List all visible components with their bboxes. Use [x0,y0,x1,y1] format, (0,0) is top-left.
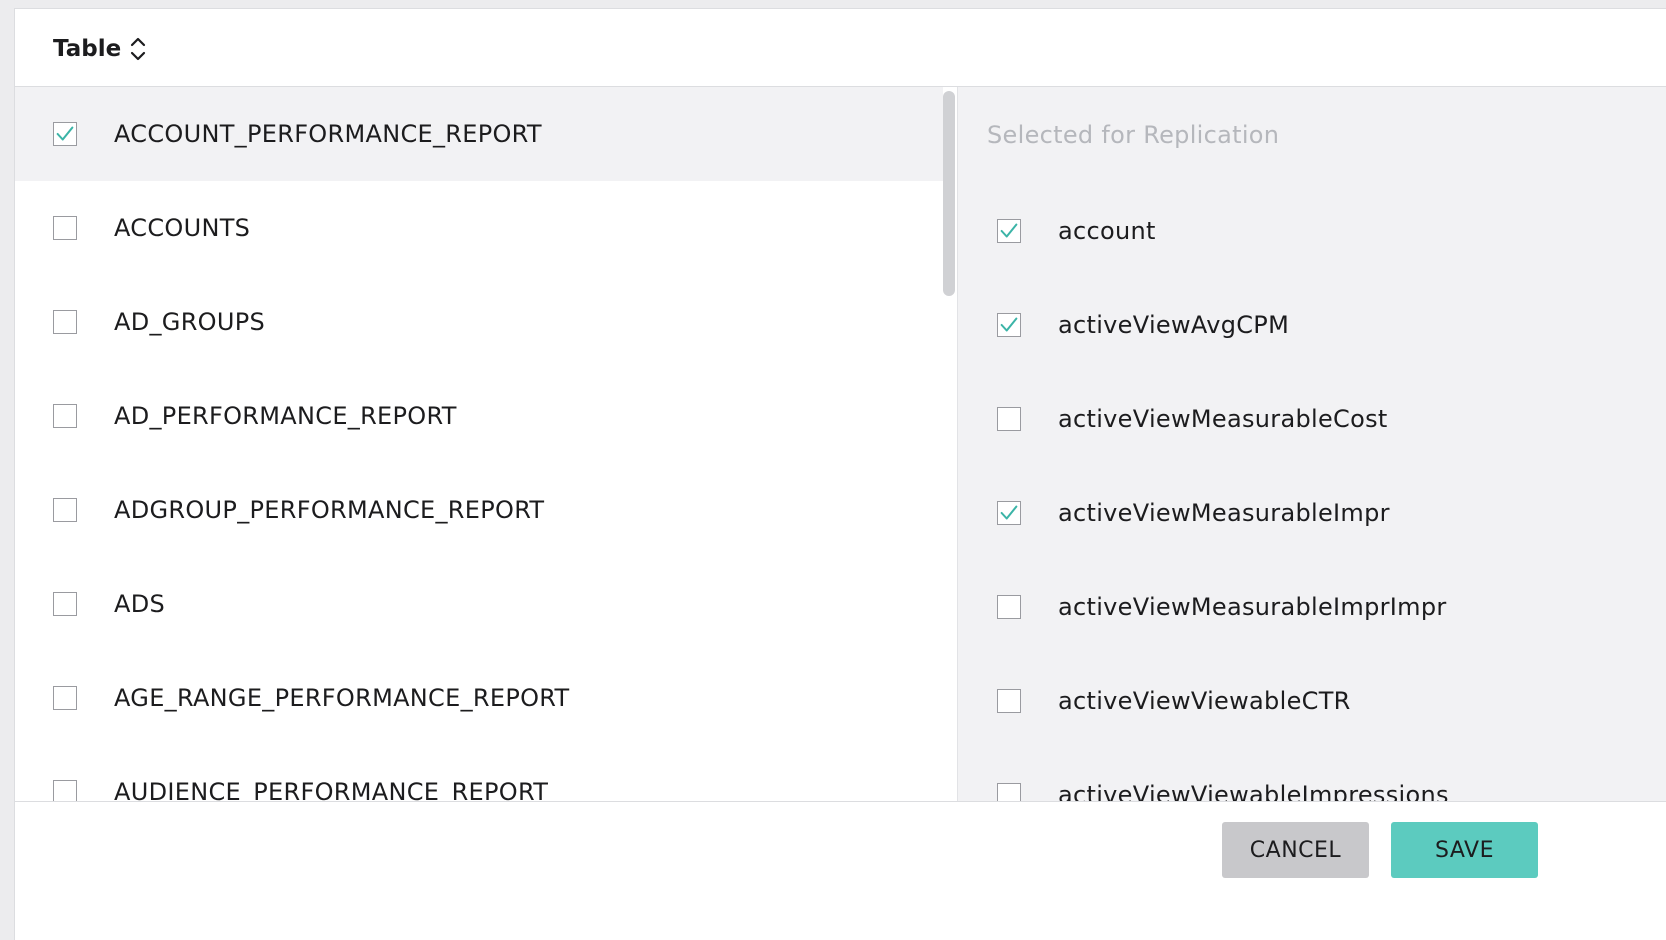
field-row[interactable]: activeViewViewableCTR [958,654,1666,748]
field-row-label: account [1058,217,1156,245]
field-row-checkbox[interactable] [997,595,1021,619]
table-row-label: AD_GROUPS [114,308,266,336]
sort-updown-icon [131,37,146,61]
cancel-button[interactable]: CANCEL [1222,822,1369,878]
table-row[interactable]: ADS [15,557,943,651]
fields-panel: Selected for Replication account activeVi… [957,87,1666,811]
field-row-label: activeViewMeasurableCost [1058,405,1388,433]
checkmark-icon [56,126,74,141]
table-column-title: Table [53,36,122,62]
field-row-label: activeViewMeasurableImprImpr [1058,593,1447,621]
table-row-checkbox[interactable] [53,310,77,334]
table-row-label: ACCOUNTS [114,214,251,242]
checkmark-icon [1000,223,1018,238]
checkmark-icon [1000,505,1018,520]
table-row-checkbox[interactable] [53,498,77,522]
field-row-checkbox[interactable] [997,501,1021,525]
field-row[interactable]: activeViewMeasurableImpr [958,466,1666,560]
field-row[interactable]: activeViewMeasurableCost [958,372,1666,466]
table-list-scrollbar-thumb[interactable] [943,91,955,296]
table-row-checkbox[interactable] [53,122,77,146]
save-button[interactable]: SAVE [1391,822,1538,878]
field-list: account activeViewAvgCPM activeViewMeasura… [958,184,1666,811]
table-row-label: ADS [114,590,166,618]
table-row[interactable]: ACCOUNTS [15,181,943,275]
table-row-label: AD_PERFORMANCE_REPORT [114,402,457,430]
field-row[interactable]: activeViewMeasurableImprImpr [958,560,1666,654]
field-row-checkbox[interactable] [997,689,1021,713]
table-row-label: AGE_RANGE_PERFORMANCE_REPORT [114,684,570,712]
field-row-label: activeViewAvgCPM [1058,311,1290,339]
table-row[interactable]: AD_PERFORMANCE_REPORT [15,369,943,463]
checkmark-icon [1000,317,1018,332]
table-row[interactable]: AGE_RANGE_PERFORMANCE_REPORT [15,651,943,745]
table-selection-dialog: Table ACCOUNT_PERFORMANCE_REPORT ACCOUNTS… [14,8,1666,940]
table-row-label: ACCOUNT_PERFORMANCE_REPORT [114,120,542,148]
field-row-checkbox[interactable] [997,219,1021,243]
table-row-checkbox[interactable] [53,592,77,616]
field-row-label: activeViewViewableCTR [1058,687,1351,715]
table-row-label: ADGROUP_PERFORMANCE_REPORT [114,496,545,524]
table-sort-toggle[interactable]: Table [53,35,147,63]
dialog-header: Table [15,9,1666,87]
field-row-checkbox[interactable] [997,313,1021,337]
field-row-checkbox[interactable] [997,407,1021,431]
table-row[interactable]: ADGROUP_PERFORMANCE_REPORT [15,463,943,557]
field-row[interactable]: account [958,184,1666,278]
table-row[interactable]: ACCOUNT_PERFORMANCE_REPORT [15,87,943,181]
table-row-checkbox[interactable] [53,686,77,710]
dialog-footer: CANCEL SAVE [15,801,1666,940]
table-row[interactable]: AD_GROUPS [15,275,943,369]
table-list: ACCOUNT_PERFORMANCE_REPORT ACCOUNTS AD_GRO… [15,87,943,811]
field-row[interactable]: activeViewAvgCPM [958,278,1666,372]
table-row-checkbox[interactable] [53,404,77,428]
field-row-label: activeViewMeasurableImpr [1058,499,1390,527]
table-row-checkbox[interactable] [53,216,77,240]
fields-panel-heading: Selected for Replication [987,121,1280,149]
